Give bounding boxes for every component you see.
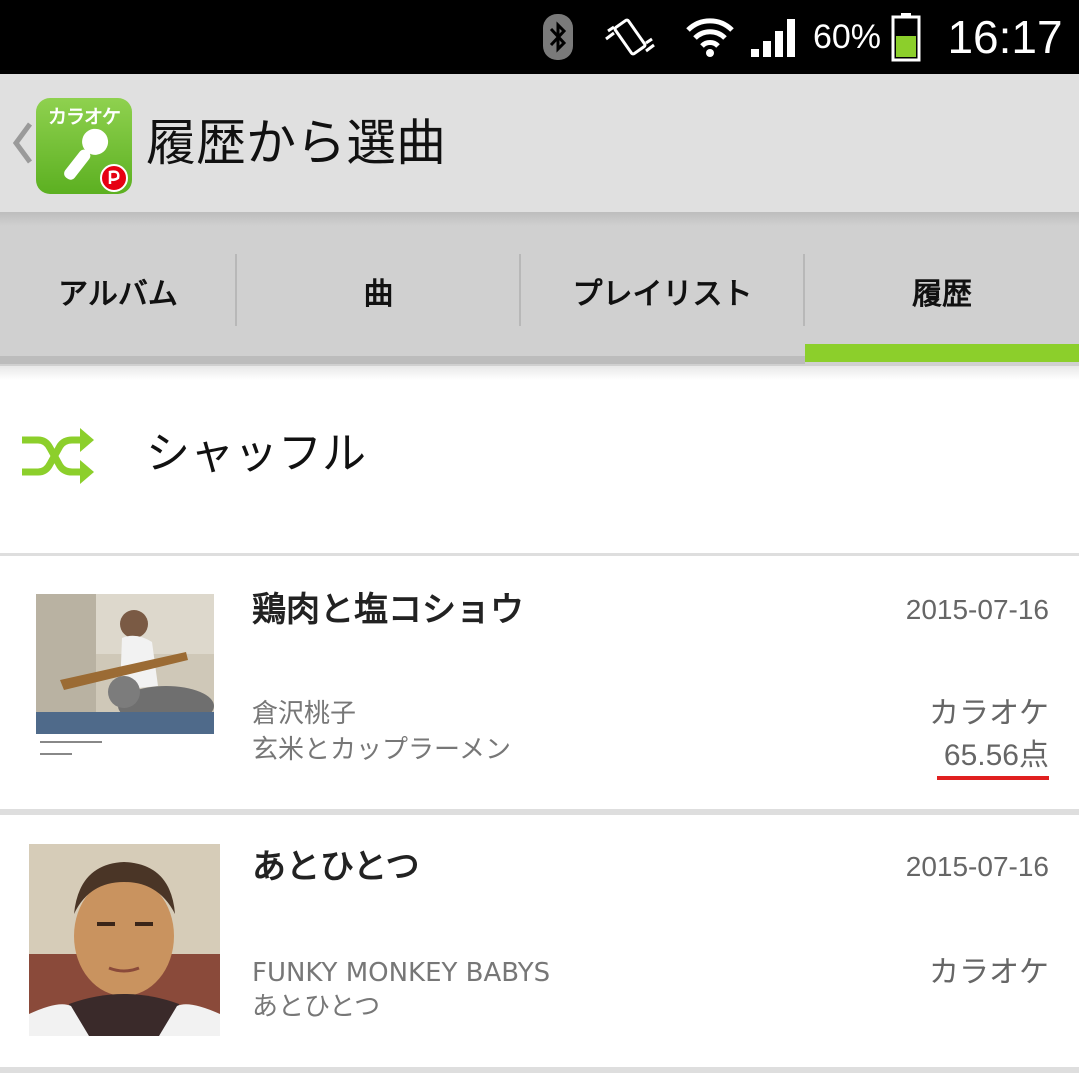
tab-history[interactable]: 履歴 — [805, 254, 1079, 328]
shuffle-row[interactable]: シャッフル — [0, 380, 1079, 554]
karaoke-score: 65.56点 — [943, 739, 1049, 772]
shuffle-label: シャッフル — [146, 428, 366, 479]
history-list-item[interactable]: 鶏肉と塩コショウ 2015-07-16 倉沢桃子 玄米とカップラーメン カラオケ… — [0, 556, 1079, 809]
play-date: 2015-07-16 — [905, 594, 1049, 625]
song-artist: FUNKY MONKEY BABYS — [252, 958, 551, 988]
back-chevron-icon[interactable] — [8, 118, 36, 168]
microphone-icon — [64, 128, 128, 192]
tab-songs[interactable]: 曲 — [237, 254, 520, 328]
list-divider — [0, 1067, 1079, 1073]
battery-icon — [888, 0, 924, 74]
battery-percent: 60% — [812, 17, 882, 56]
song-title: あとひとつ — [252, 847, 420, 887]
song-title: 鶏肉と塩コショウ — [252, 590, 524, 630]
song-album: 玄米とカップラーメン — [252, 735, 511, 765]
shuffle-icon — [20, 424, 96, 488]
tab-album[interactable]: アルバム — [0, 254, 236, 328]
album-art-thumbnail — [29, 844, 220, 1036]
tabbar-bottom-edge — [0, 356, 805, 364]
action-bar: カラオケ 履歴から選曲 — [0, 74, 1079, 212]
clock-time: 16:17 — [947, 11, 1063, 63]
play-type: カラオケ — [929, 696, 1049, 731]
tab-bar: アルバム 曲 プレイリスト 履歴 — [0, 212, 1079, 366]
app-logo[interactable]: カラオケ — [36, 98, 132, 194]
bluetooth-icon — [540, 0, 576, 74]
score-underline — [937, 776, 1049, 780]
tab-selected-indicator — [805, 344, 1079, 362]
song-album: あとひとつ — [252, 992, 381, 1022]
wifi-icon — [684, 0, 736, 74]
history-list-item[interactable]: あとひとつ 2015-07-16 FUNKY MONKEY BABYS あとひと… — [0, 815, 1079, 1067]
signal-icon — [748, 0, 800, 74]
status-bar: 60% 16:17 — [0, 0, 1079, 74]
play-date: 2015-07-16 — [905, 851, 1049, 882]
play-type: カラオケ — [929, 955, 1049, 990]
tabbar-shadow — [0, 366, 1079, 380]
tabbar-shade — [0, 212, 1079, 226]
song-artist: 倉沢桃子 — [252, 699, 357, 729]
page-title: 履歴から選曲 — [146, 114, 446, 172]
tab-playlist[interactable]: プレイリスト — [521, 254, 804, 328]
vibrate-icon — [600, 0, 660, 74]
album-art-thumbnail — [36, 594, 214, 768]
